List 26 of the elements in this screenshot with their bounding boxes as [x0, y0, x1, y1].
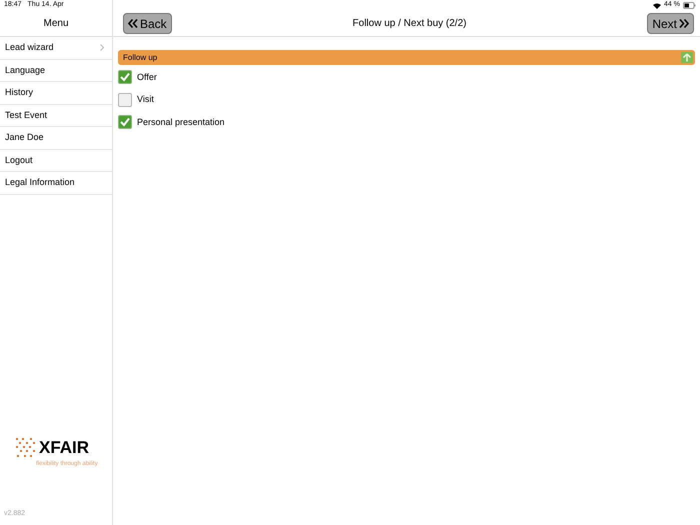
logo-wordmark: XFAIR	[39, 439, 90, 456]
double-chevron-right-icon	[679, 19, 689, 28]
menu-item[interactable]: Test Event	[0, 104, 112, 127]
menu-item[interactable]: Jane Doe	[0, 127, 112, 150]
arrow-up-icon[interactable]	[681, 52, 693, 63]
option-label: Visit	[137, 93, 154, 106]
checkbox[interactable]	[118, 70, 132, 84]
checkbox[interactable]	[118, 115, 132, 130]
double-chevron-left-icon	[128, 19, 138, 28]
dot-grid-icon	[16, 438, 38, 458]
next-button[interactable]: Next	[647, 13, 694, 34]
menu-title: Menu	[43, 17, 68, 31]
page-title: Follow up / Next buy (2/2)	[352, 17, 466, 31]
back-button[interactable]: Back	[123, 13, 172, 34]
menu-item[interactable]: Lead wizard	[0, 37, 112, 60]
battery-icon	[683, 2, 696, 9]
option-label: Personal presentation	[137, 116, 225, 129]
menu-item[interactable]: Legal Information	[0, 172, 112, 194]
menu-item[interactable]: Logout	[0, 150, 112, 172]
checkbox[interactable]	[118, 92, 132, 107]
section-header[interactable]: Follow up	[118, 50, 695, 65]
option-label: Offer	[137, 70, 157, 84]
wifi-icon	[653, 2, 662, 8]
menu-item[interactable]: Language	[0, 60, 112, 82]
menu-item[interactable]: History	[0, 82, 112, 104]
section-title: Follow up	[123, 52, 158, 64]
